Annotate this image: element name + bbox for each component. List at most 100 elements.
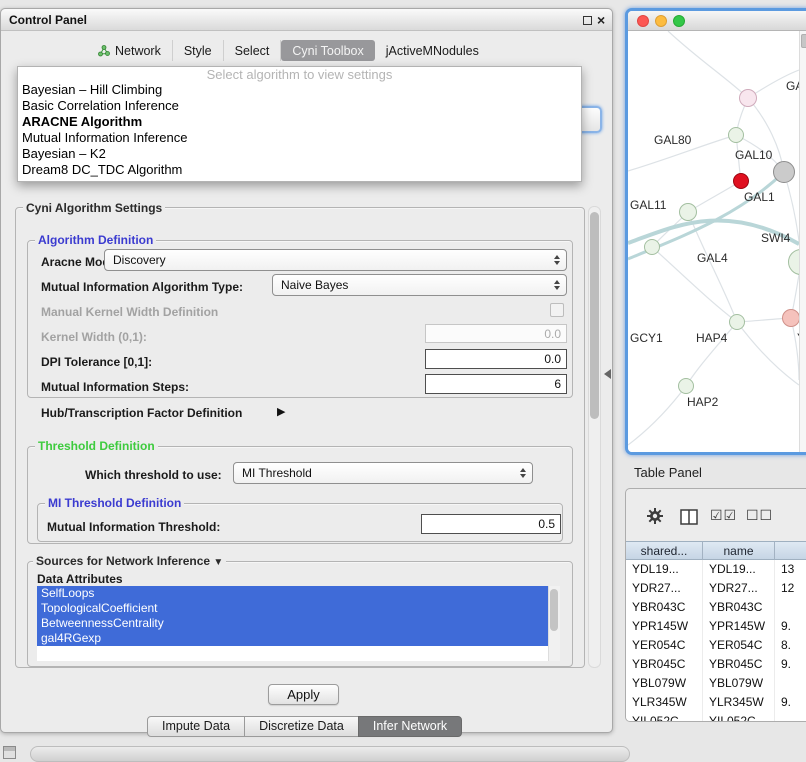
cell[interactable]: 8. xyxy=(775,636,806,655)
dropdown-item-selected[interactable]: ARACNE Algorithm xyxy=(18,114,581,130)
cell[interactable]: YDR27... xyxy=(703,579,775,598)
cell[interactable]: YBR043C xyxy=(703,598,775,617)
tab-cyni-toolbox[interactable]: Cyni Toolbox xyxy=(281,40,374,61)
table-row[interactable]: YIL052CYIL052C xyxy=(626,712,806,722)
attributes-scrollbar-track[interactable] xyxy=(548,586,560,661)
mi-threshold-field[interactable]: 0.5 xyxy=(421,514,561,534)
close-traffic-light[interactable] xyxy=(637,15,649,27)
cell[interactable]: YIL052C xyxy=(703,712,775,722)
table-row[interactable]: YER054CYER054C8. xyxy=(626,636,806,655)
which-threshold-combo[interactable]: MI Threshold xyxy=(233,462,533,484)
which-threshold-value: MI Threshold xyxy=(242,466,312,480)
network-node[interactable] xyxy=(728,127,744,143)
deselect-all-icon[interactable]: ☐☐ xyxy=(746,507,773,524)
tab-discretize-data[interactable]: Discretize Data xyxy=(244,716,359,737)
cell[interactable]: YBL079W xyxy=(626,674,703,693)
dropdown-item[interactable]: Mutual Information Inference xyxy=(18,130,581,146)
table-row[interactable]: YLR345WYLR345W9. xyxy=(626,693,806,712)
table-row[interactable]: YBR043CYBR043C xyxy=(626,598,806,617)
network-node[interactable] xyxy=(782,309,800,327)
cell[interactable] xyxy=(775,674,806,693)
network-node[interactable] xyxy=(733,173,749,189)
table-row[interactable]: YBL079WYBL079W xyxy=(626,674,806,693)
hub-section-label[interactable]: Hub/Transcription Factor Definition xyxy=(41,406,242,420)
cell[interactable]: YER054C xyxy=(703,636,775,655)
tab-style[interactable]: Style xyxy=(173,40,224,61)
cell[interactable]: YER054C xyxy=(626,636,703,655)
settings-group-title: Cyni Algorithm Settings xyxy=(23,201,165,215)
table-row[interactable]: YBR045CYBR045C9. xyxy=(626,655,806,674)
settings-scrollbar-thumb[interactable] xyxy=(590,212,599,419)
cell[interactable]: 9. xyxy=(775,617,806,636)
show-columns-icon[interactable] xyxy=(680,509,698,530)
cell[interactable]: YDR27... xyxy=(626,579,703,598)
network-scrollbar-thumb[interactable] xyxy=(801,34,806,48)
list-item[interactable]: BetweennessCentrality xyxy=(37,616,548,631)
table-row[interactable]: YDR27...YDR27...12 xyxy=(626,579,806,598)
dropdown-item[interactable]: Bayesian – K2 xyxy=(18,146,581,162)
float-window-icon[interactable] xyxy=(583,16,592,25)
attributes-scrollbar-thumb[interactable] xyxy=(550,589,558,631)
cell[interactable]: YBR045C xyxy=(703,655,775,674)
panel-collapse-handle-icon[interactable] xyxy=(604,369,611,379)
tab-select[interactable]: Select xyxy=(224,40,282,61)
cell[interactable] xyxy=(775,712,806,722)
sources-collapse-arrow-icon[interactable]: ▼ xyxy=(213,557,223,568)
cell[interactable]: 9. xyxy=(775,655,806,674)
column-header-extra[interactable] xyxy=(775,541,806,560)
table-row[interactable]: YPR145WYPR145W9. xyxy=(626,617,806,636)
cell[interactable]: 9. xyxy=(775,693,806,712)
column-header-shared-name[interactable]: shared... xyxy=(626,541,703,560)
table-row[interactable]: YDL19...YDL19...13 xyxy=(626,560,806,579)
sources-group-title[interactable]: Sources for Network Inference ▼ xyxy=(33,554,226,568)
cell[interactable]: YBL079W xyxy=(703,674,775,693)
cell[interactable] xyxy=(775,598,806,617)
hub-expand-arrow-icon[interactable]: ▶ xyxy=(277,405,285,418)
cell[interactable]: YIL052C xyxy=(626,712,703,722)
network-node[interactable] xyxy=(679,203,697,221)
apply-button[interactable]: Apply xyxy=(268,684,339,705)
tab-jactivemnodules[interactable]: jActiveMNodules xyxy=(375,40,490,61)
aracne-mode-combo[interactable]: Discovery xyxy=(104,249,567,271)
horizontal-scrollbar-thumb[interactable] xyxy=(30,746,630,762)
network-node[interactable] xyxy=(644,239,660,255)
mi-type-combo[interactable]: Naive Bayes xyxy=(272,274,567,296)
kernel-width-field: 0.0 xyxy=(425,324,567,343)
gear-icon[interactable] xyxy=(646,507,664,530)
cell[interactable]: 12 xyxy=(775,579,806,598)
cell[interactable]: YLR345W xyxy=(703,693,775,712)
cell[interactable]: YDL19... xyxy=(703,560,775,579)
tab-infer-network[interactable]: Infer Network xyxy=(358,716,462,737)
network-node[interactable] xyxy=(729,314,745,330)
cell[interactable]: 13 xyxy=(775,560,806,579)
list-item[interactable]: gal4RGexp xyxy=(37,631,548,646)
dropdown-item[interactable]: Basic Correlation Inference xyxy=(18,98,581,114)
mi-steps-field[interactable]: 6 xyxy=(425,374,567,394)
network-scrollbar-track[interactable] xyxy=(799,31,806,452)
tab-impute-data[interactable]: Impute Data xyxy=(147,716,245,737)
select-all-icon[interactable]: ☑☑ xyxy=(710,507,737,524)
minimized-panel-icon[interactable] xyxy=(3,746,16,759)
zoom-traffic-light[interactable] xyxy=(673,15,685,27)
column-header-name[interactable]: name xyxy=(703,541,775,560)
network-node[interactable] xyxy=(773,161,795,183)
mi-type-label: Mutual Information Algorithm Type: xyxy=(41,280,243,294)
list-item[interactable]: TopologicalCoefficient xyxy=(37,601,548,616)
minimize-traffic-light[interactable] xyxy=(655,15,667,27)
dpi-tolerance-field[interactable]: 0.0 xyxy=(425,349,567,369)
tab-network[interactable]: Network xyxy=(87,40,173,61)
dropdown-placeholder: Select algorithm to view settings xyxy=(18,67,581,82)
network-node[interactable] xyxy=(678,378,694,394)
dropdown-item[interactable]: Dream8 DC_TDC Algorithm xyxy=(18,162,581,178)
cell[interactable]: YPR145W xyxy=(626,617,703,636)
table-panel-title: Table Panel xyxy=(634,465,702,480)
network-node[interactable] xyxy=(739,89,757,107)
cell[interactable]: YLR345W xyxy=(626,693,703,712)
cell[interactable]: YPR145W xyxy=(703,617,775,636)
cell[interactable]: YDL19... xyxy=(626,560,703,579)
dropdown-item[interactable]: Bayesian – Hill Climbing xyxy=(18,82,581,98)
list-item[interactable]: SelfLoops xyxy=(37,586,548,601)
cell[interactable]: YBR045C xyxy=(626,655,703,674)
close-icon[interactable]: × xyxy=(597,10,605,30)
cell[interactable]: YBR043C xyxy=(626,598,703,617)
